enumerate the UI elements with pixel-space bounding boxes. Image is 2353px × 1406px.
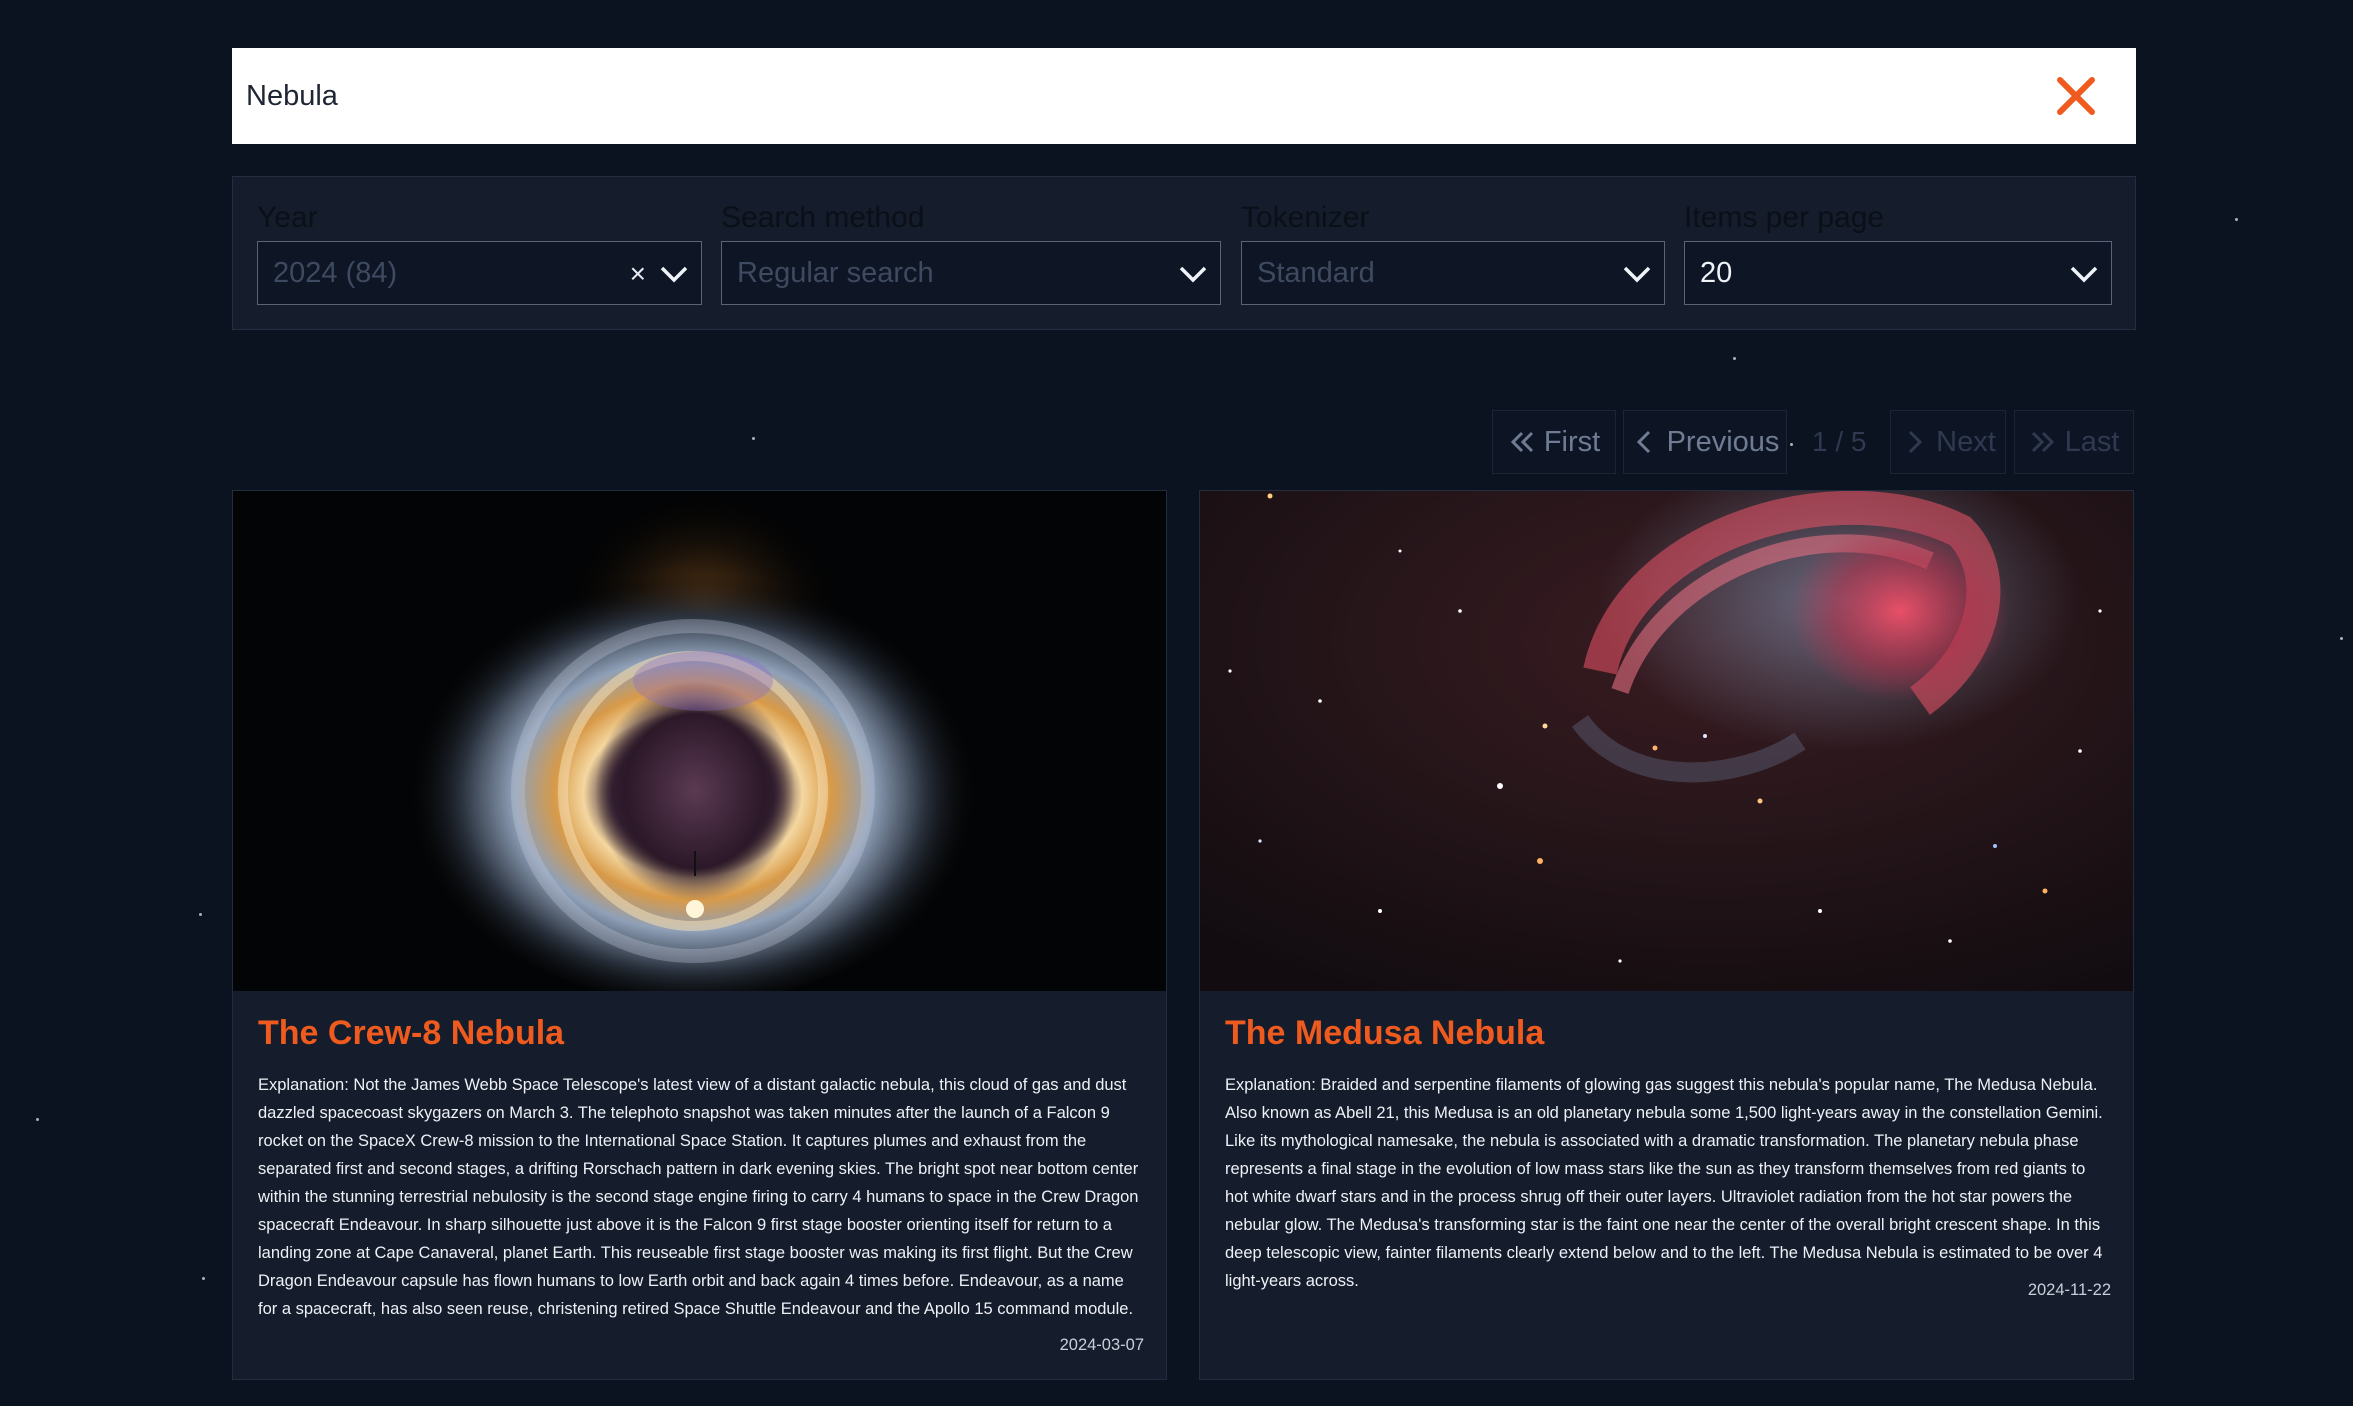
filter-panel: Year 2024 (84) × Search method Regular s…	[232, 176, 2136, 330]
result-image[interactable]	[233, 491, 1166, 991]
search-bar	[232, 48, 2136, 144]
first-page-button[interactable]: First	[1492, 410, 1616, 474]
year-select[interactable]: 2024 (84) ×	[257, 241, 702, 305]
items-per-page-label: Items per page	[1684, 201, 1885, 234]
tokenizer-select[interactable]: Standard	[1241, 241, 1665, 305]
last-page-button[interactable]: Last	[2014, 410, 2134, 474]
result-title[interactable]: The Crew-8 Nebula	[258, 1014, 564, 1053]
clear-year-icon[interactable]: ×	[630, 259, 646, 289]
result-explanation: Explanation: Not the James Webb Space Te…	[258, 1076, 1139, 1318]
search-input[interactable]	[232, 48, 2046, 144]
year-filter: Year 2024 (84) ×	[257, 199, 702, 305]
search-method-select[interactable]: Regular search	[721, 241, 1221, 305]
result-date: 2024-03-07	[1059, 1336, 1144, 1354]
result-image[interactable]	[1200, 491, 2133, 991]
tokenizer-filter: Tokenizer Standard	[1241, 199, 1665, 305]
result-card[interactable]: The Medusa Nebula Explanation: Braided a…	[1199, 490, 2134, 1380]
last-page-label: Last	[2064, 425, 2120, 458]
result-date: 2024-11-22	[2027, 1281, 2111, 1299]
result-explanation: Explanation: Braided and serpentine fila…	[1225, 1076, 2103, 1290]
year-value: 2024 (84)	[273, 256, 398, 289]
close-icon[interactable]	[2046, 66, 2106, 126]
double-chevron-right-icon	[2031, 431, 2054, 453]
items-per-page-value: 20	[1700, 256, 1733, 289]
items-per-page-select[interactable]: 20	[1684, 241, 2112, 305]
search-method-filter: Search method Regular search	[721, 199, 1221, 305]
double-chevron-left-icon	[1510, 431, 1533, 453]
chevron-down-icon	[1623, 266, 1651, 283]
next-page-label: Next	[1936, 425, 1996, 458]
first-page-label: First	[1543, 425, 1601, 458]
page-indicator: 1 / 5	[1812, 426, 1867, 457]
tokenizer-value: Standard	[1257, 256, 1375, 289]
next-page-button[interactable]: Next	[1890, 410, 2006, 474]
previous-page-label: Previous	[1666, 425, 1780, 458]
year-label: Year	[257, 201, 318, 234]
result-title[interactable]: The Medusa Nebula	[1225, 1014, 1544, 1053]
chevron-right-icon	[1909, 430, 1923, 454]
result-card[interactable]: The Crew-8 Nebula Explanation: Not the J…	[232, 490, 1167, 1380]
chevron-down-icon	[660, 266, 688, 283]
previous-page-button[interactable]: Previous	[1623, 410, 1787, 474]
tokenizer-label: Tokenizer	[1241, 201, 1370, 234]
items-per-page-filter: Items per page 20	[1684, 199, 2112, 305]
chevron-down-icon	[2070, 266, 2098, 283]
search-method-value: Regular search	[737, 256, 934, 289]
chevron-left-icon	[1636, 430, 1650, 454]
search-method-label: Search method	[721, 201, 925, 234]
chevron-down-icon	[1179, 266, 1207, 283]
